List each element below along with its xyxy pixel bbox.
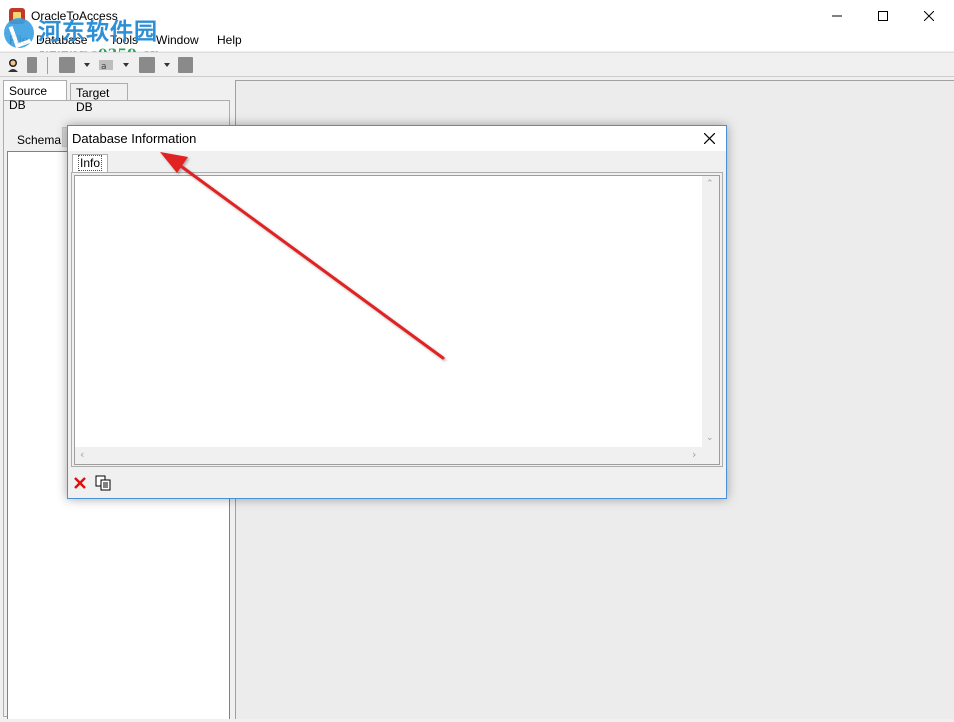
- title-bar: OracleToAccess: [0, 0, 954, 31]
- menu-window[interactable]: Window: [156, 33, 199, 47]
- delete-icon: [74, 477, 86, 489]
- app-icon: [9, 8, 25, 24]
- close-icon: [703, 133, 715, 144]
- chevron-right-icon[interactable]: ›: [692, 449, 696, 460]
- chevron-down-icon[interactable]: ⌄: [706, 434, 714, 443]
- delete-button[interactable]: [72, 475, 88, 491]
- convert-button[interactable]: a: [98, 57, 114, 73]
- close-window-button[interactable]: [906, 0, 952, 31]
- maximize-icon: [878, 10, 888, 21]
- dialog-title: Database Information: [72, 131, 197, 146]
- menu-bar: File Database Tools Window Help: [0, 31, 954, 51]
- info-text-area[interactable]: ⌃ ⌄ ‹ ›: [74, 175, 720, 465]
- user-icon: [8, 59, 18, 72]
- dialog-title-bar: Database Information: [68, 126, 726, 151]
- menu-help[interactable]: Help: [217, 33, 242, 47]
- tab-info[interactable]: Info: [72, 154, 109, 172]
- tab-info-label: Info: [78, 155, 103, 171]
- copy-button[interactable]: [95, 475, 111, 491]
- database-information-dialog: Database Information ⌃ ⌄ ‹ › Info: [67, 125, 727, 499]
- minimize-button[interactable]: [814, 0, 860, 31]
- toolbar-separator: [47, 57, 48, 74]
- minimize-icon: [832, 15, 842, 16]
- horizontal-scrollbar[interactable]: ‹ ›: [75, 447, 704, 464]
- vertical-scrollbar[interactable]: ⌃ ⌄: [702, 176, 719, 447]
- disconnect-button[interactable]: [27, 57, 37, 73]
- convert-icon: a: [99, 60, 113, 72]
- menu-file[interactable]: File: [9, 33, 28, 47]
- scrollbar-corner: [702, 447, 719, 464]
- connect-user-button[interactable]: [5, 57, 21, 73]
- chevron-down-icon[interactable]: [164, 63, 170, 67]
- tab-source-db[interactable]: Source DB: [3, 80, 67, 112]
- close-icon: [924, 10, 934, 21]
- copy-icon: [95, 475, 111, 491]
- window-title: OracleToAccess: [31, 9, 118, 23]
- tool-button-2[interactable]: [139, 57, 155, 73]
- tool-button-3[interactable]: [178, 57, 193, 73]
- menu-tools[interactable]: Tools: [110, 33, 138, 47]
- schema-label: Schema: [17, 133, 62, 147]
- dialog-close-button[interactable]: [694, 126, 724, 151]
- tool-button-1[interactable]: [59, 57, 75, 73]
- maximize-button[interactable]: [860, 0, 906, 31]
- chevron-down-icon[interactable]: [84, 63, 90, 67]
- svg-text:a: a: [101, 62, 107, 72]
- chevron-up-icon[interactable]: ⌃: [706, 180, 714, 189]
- menu-database[interactable]: Database: [36, 33, 87, 47]
- toolbar: a: [0, 52, 954, 77]
- info-tab-body: ⌃ ⌄ ‹ ›: [71, 172, 723, 467]
- chevron-left-icon[interactable]: ‹: [80, 449, 84, 460]
- chevron-down-icon[interactable]: [123, 63, 129, 67]
- tab-target-db[interactable]: Target DB: [70, 83, 128, 114]
